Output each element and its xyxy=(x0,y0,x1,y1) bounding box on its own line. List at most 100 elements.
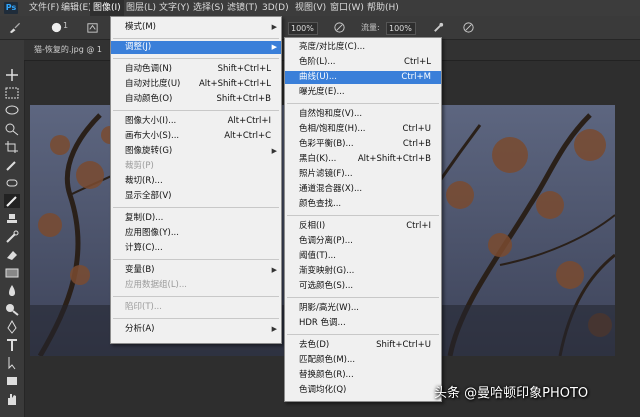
image-menu-item-canvas-size[interactable]: 画布大小(S)... Alt+Ctrl+C xyxy=(111,130,281,143)
lasso-tool-icon[interactable] xyxy=(4,104,20,118)
adjustments-submenu: 亮度/对比度(C)... 色阶(L)... Ctrl+L 曲线(U)... Ctrl… xyxy=(284,37,442,402)
adjust-item-exposure[interactable]: 曝光度(E)... xyxy=(285,86,441,99)
pressure-size-icon[interactable] xyxy=(462,21,475,34)
menu-type[interactable]: 文字(Y) xyxy=(156,0,193,16)
tools-panel xyxy=(0,40,25,417)
marquee-tool-icon[interactable] xyxy=(4,86,20,100)
menu-window[interactable]: 窗口(W) xyxy=(327,0,367,16)
pen-tool-icon[interactable] xyxy=(4,320,20,334)
image-menu-item-calculations[interactable]: 计算(C)... xyxy=(111,242,281,255)
image-menu-item-mode[interactable]: 模式(M) ▶ xyxy=(111,21,281,34)
adjust-item-posterize[interactable]: 色调分离(P)... xyxy=(285,235,441,248)
flow-field[interactable]: 100% xyxy=(386,22,416,35)
image-menu-item-reveal-all[interactable]: 显示全部(V) xyxy=(111,190,281,203)
adjust-item-hdr-toning[interactable]: HDR 色调... xyxy=(285,317,441,330)
document-tab[interactable]: 猫-恢复的.jpg @ 1 xyxy=(28,43,108,57)
image-menu-item-trap: 陷印(T)... xyxy=(125,302,162,312)
menu-view[interactable]: 视图(V) xyxy=(292,0,329,16)
brush-tool-icon[interactable] xyxy=(8,21,21,34)
image-menu-item-image-size[interactable]: 图像大小(I)... Alt+Ctrl+I xyxy=(111,115,281,128)
image-menu-item-variables[interactable]: 变量(B) ▶ xyxy=(111,264,281,277)
menu-divider xyxy=(113,318,279,319)
adjust-item-equalize[interactable]: 色调均化(Q) xyxy=(285,384,441,397)
airbrush-icon[interactable] xyxy=(432,21,445,34)
adjust-item-match-color[interactable]: 匹配颜色(M)... xyxy=(285,354,441,367)
image-menu-item-auto-color[interactable]: 自动颜色(O) Shift+Ctrl+B xyxy=(111,93,281,106)
eyedropper-tool-icon[interactable] xyxy=(4,158,20,172)
menu-divider xyxy=(287,103,439,104)
path-selection-tool-icon[interactable] xyxy=(4,356,20,370)
image-menu-item-trim[interactable]: 裁切(R)... xyxy=(111,175,281,188)
hand-tool-icon[interactable] xyxy=(4,392,20,406)
clone-stamp-tool-icon[interactable] xyxy=(4,212,20,226)
adjust-item-shadows-highlights[interactable]: 阴影/高光(W)... xyxy=(285,302,441,315)
pressure-opacity-icon[interactable] xyxy=(333,21,346,34)
menu-help[interactable]: 帮助(H) xyxy=(364,0,402,16)
adjust-item-color-balance[interactable]: 色彩平衡(B)... Ctrl+B xyxy=(285,138,441,151)
dodge-tool-icon[interactable] xyxy=(4,302,20,316)
adjust-item-photo-filter[interactable]: 照片滤镜(F)... xyxy=(285,168,441,181)
submenu-arrow-icon: ▶ xyxy=(271,23,277,31)
menu-bar: Ps 文件(F) 编辑(E) 图像(I) 图层(L) 文字(Y) 选择(S) 滤… xyxy=(0,0,640,17)
crop-tool-icon[interactable] xyxy=(4,140,20,154)
image-menu-item-auto-tone[interactable]: 自动色调(N) Shift+Ctrl+L xyxy=(111,63,281,76)
quick-select-tool-icon[interactable] xyxy=(4,122,20,136)
submenu-arrow-icon: ▶ xyxy=(271,147,277,155)
shape-tool-icon[interactable] xyxy=(4,374,20,388)
menu-divider xyxy=(113,296,279,297)
watermark-text: 头条 @曼哈顿印象PHOTO xyxy=(434,386,589,401)
eraser-tool-icon[interactable] xyxy=(4,248,20,262)
brush-preset-icon[interactable] xyxy=(50,21,63,34)
adjust-item-invert[interactable]: 反相(I) Ctrl+I xyxy=(285,220,441,233)
submenu-arrow-icon: ▶ xyxy=(271,325,277,333)
adjust-item-color-lookup[interactable]: 颜色查找... xyxy=(285,198,441,211)
adjust-item-threshold[interactable]: 阈值(T)... xyxy=(285,250,441,263)
move-tool-icon[interactable] xyxy=(4,68,20,82)
menu-divider xyxy=(287,334,439,335)
menu-select[interactable]: 选择(S) xyxy=(190,0,227,16)
menu-divider xyxy=(113,110,279,111)
brush-tool-selected-icon[interactable] xyxy=(4,194,20,208)
type-tool-icon[interactable] xyxy=(4,338,20,352)
menu-divider xyxy=(113,58,279,59)
adjust-item-selective-color[interactable]: 可选颜色(S)... xyxy=(285,280,441,293)
adjust-item-black-white[interactable]: 黑白(K)... Alt+Shift+Ctrl+B xyxy=(285,153,441,166)
menu-image[interactable]: 图像(I) xyxy=(90,0,124,16)
image-menu-dropdown: 模式(M) ▶ 调整(J) ▶ 自动色调(N) Shift+Ctrl+L 自动对比度(… xyxy=(110,16,282,344)
menu-filter[interactable]: 滤镜(T) xyxy=(224,0,261,16)
image-menu-item-adjustments[interactable]: 调整(J) ▶ xyxy=(111,41,281,54)
adjust-item-brightness-contrast[interactable]: 亮度/对比度(C)... xyxy=(285,41,441,54)
image-menu-item-crop: 裁剪(P) xyxy=(125,161,154,171)
image-menu-item-duplicate[interactable]: 复制(D)... xyxy=(111,212,281,225)
brush-panel-icon[interactable] xyxy=(86,21,99,34)
menu-3d[interactable]: 3D(D) xyxy=(259,0,292,16)
blur-tool-icon[interactable] xyxy=(4,284,20,298)
image-menu-item-apply-data-set: 应用数据组(L)... xyxy=(125,280,187,290)
adjust-item-gradient-map[interactable]: 渐变映射(G)... xyxy=(285,265,441,278)
menu-divider xyxy=(113,207,279,208)
image-menu-item-rotation[interactable]: 图像旋转(G) ▶ xyxy=(111,145,281,158)
adjust-item-levels[interactable]: 色阶(L)... Ctrl+L xyxy=(285,56,441,69)
opacity-field[interactable]: 100% xyxy=(288,22,318,35)
brush-size-readout: 1 xyxy=(63,21,69,30)
image-menu-item-auto-contrast[interactable]: 自动对比度(U) Alt+Shift+Ctrl+L xyxy=(111,78,281,91)
image-menu-item-apply-image[interactable]: 应用图像(Y)... xyxy=(111,227,281,240)
adjust-item-desaturate[interactable]: 去色(D) Shift+Ctrl+U xyxy=(285,339,441,352)
menu-divider xyxy=(287,215,439,216)
adjust-item-replace-color[interactable]: 替换颜色(R)... xyxy=(285,369,441,382)
gradient-tool-icon[interactable] xyxy=(4,266,20,280)
healing-brush-tool-icon[interactable] xyxy=(4,176,20,190)
menu-divider xyxy=(113,259,279,260)
menu-file[interactable]: 文件(F) xyxy=(26,0,62,16)
adjust-item-channel-mixer[interactable]: 通道混合器(X)... xyxy=(285,183,441,196)
submenu-arrow-icon: ▶ xyxy=(271,266,277,274)
menu-divider xyxy=(113,38,279,39)
image-menu-item-analysis[interactable]: 分析(A) ▶ xyxy=(111,323,281,336)
adjust-item-vibrance[interactable]: 自然饱和度(V)... xyxy=(285,108,441,121)
photoshop-logo-icon: Ps xyxy=(4,2,18,14)
submenu-arrow-icon: ▶ xyxy=(271,43,277,51)
adjust-item-hue-saturation[interactable]: 色相/饱和度(H)... Ctrl+U xyxy=(285,123,441,136)
menu-layer[interactable]: 图层(L) xyxy=(123,0,159,16)
adjust-item-curves[interactable]: 曲线(U)... Ctrl+M xyxy=(285,71,441,84)
history-brush-tool-icon[interactable] xyxy=(4,230,20,244)
